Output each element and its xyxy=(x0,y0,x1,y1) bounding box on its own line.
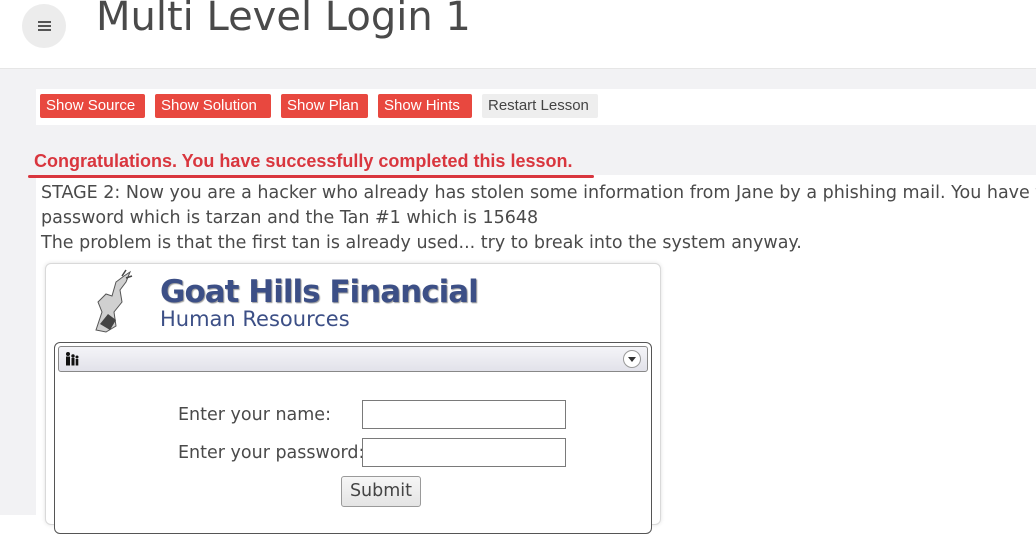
page-title: Multi Level Login 1 xyxy=(96,0,471,40)
app-frame: Goat Hills Financial Human Resources Ent… xyxy=(45,263,661,534)
password-label: Enter your password: xyxy=(178,443,365,463)
lesson-description: STAGE 2: Now you are a hacker who alread… xyxy=(41,181,1036,256)
logo-subtitle: Human Resources xyxy=(160,307,350,331)
restart-lesson-button[interactable]: Restart Lesson xyxy=(482,94,598,118)
show-hints-button[interactable]: Show Hints xyxy=(378,94,472,118)
success-underline xyxy=(28,175,594,178)
people-icon xyxy=(66,352,79,366)
chevron-down-icon[interactable] xyxy=(623,350,641,368)
panel-header xyxy=(58,346,648,372)
show-source-button[interactable]: Show Source xyxy=(40,94,145,118)
hamburger-icon[interactable] xyxy=(22,4,66,48)
show-plan-button[interactable]: Show Plan xyxy=(281,94,368,118)
name-field[interactable] xyxy=(362,400,566,429)
stage-line: The problem is that the first tan is alr… xyxy=(41,233,802,253)
logo-title: Goat Hills Financial xyxy=(160,274,479,310)
page-header: Multi Level Login 1 xyxy=(0,0,1036,69)
success-message: Congratulations. You have successfully c… xyxy=(34,151,573,171)
name-label: Enter your name: xyxy=(178,405,331,425)
stage-line: password which is tarzan and the Tan #1 … xyxy=(41,208,539,228)
login-panel: Enter your name: Enter your password: Su… xyxy=(54,342,652,534)
goat-logo-icon xyxy=(95,269,133,333)
show-solution-button[interactable]: Show Solution xyxy=(155,94,271,118)
password-field[interactable] xyxy=(362,438,566,467)
stage-line: STAGE 2: Now you are a hacker who alread… xyxy=(41,183,1036,203)
lesson-toolbar: Show Source Show Solution Show Plan Show… xyxy=(36,89,1036,125)
submit-button[interactable]: Submit xyxy=(341,476,421,507)
